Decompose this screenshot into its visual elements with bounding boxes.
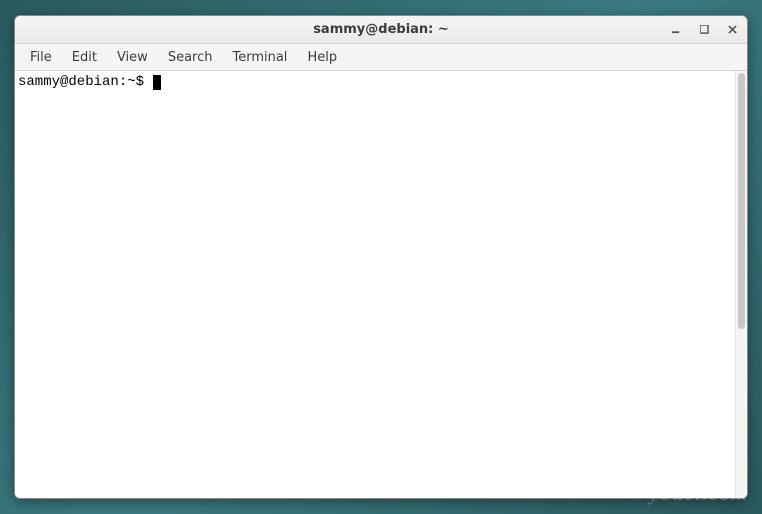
minimize-icon [672,25,681,34]
terminal-window: sammy@debian: ~ File Edit View Search Te… [14,15,748,499]
window-controls [669,16,739,43]
menu-edit[interactable]: Edit [63,46,106,69]
maximize-button[interactable] [697,23,711,37]
close-button[interactable] [725,23,739,37]
menu-help[interactable]: Help [298,46,346,69]
cursor-icon [153,75,161,90]
maximize-icon [700,25,709,34]
scrollbar-thumb[interactable] [738,73,745,329]
scrollbar[interactable] [735,71,747,498]
menu-view[interactable]: View [108,46,157,69]
close-icon [728,25,737,34]
window-title: sammy@debian: ~ [313,22,449,37]
menu-search[interactable]: Search [159,46,222,69]
terminal-content[interactable]: sammy@debian:~$ [15,71,735,498]
menubar: File Edit View Search Terminal Help [15,44,747,71]
terminal-area[interactable]: sammy@debian:~$ [15,71,747,498]
menu-terminal[interactable]: Terminal [223,46,296,69]
prompt: sammy@debian:~$ [18,74,152,90]
minimize-button[interactable] [669,23,683,37]
titlebar[interactable]: sammy@debian: ~ [15,16,747,44]
menu-file[interactable]: File [21,46,61,69]
